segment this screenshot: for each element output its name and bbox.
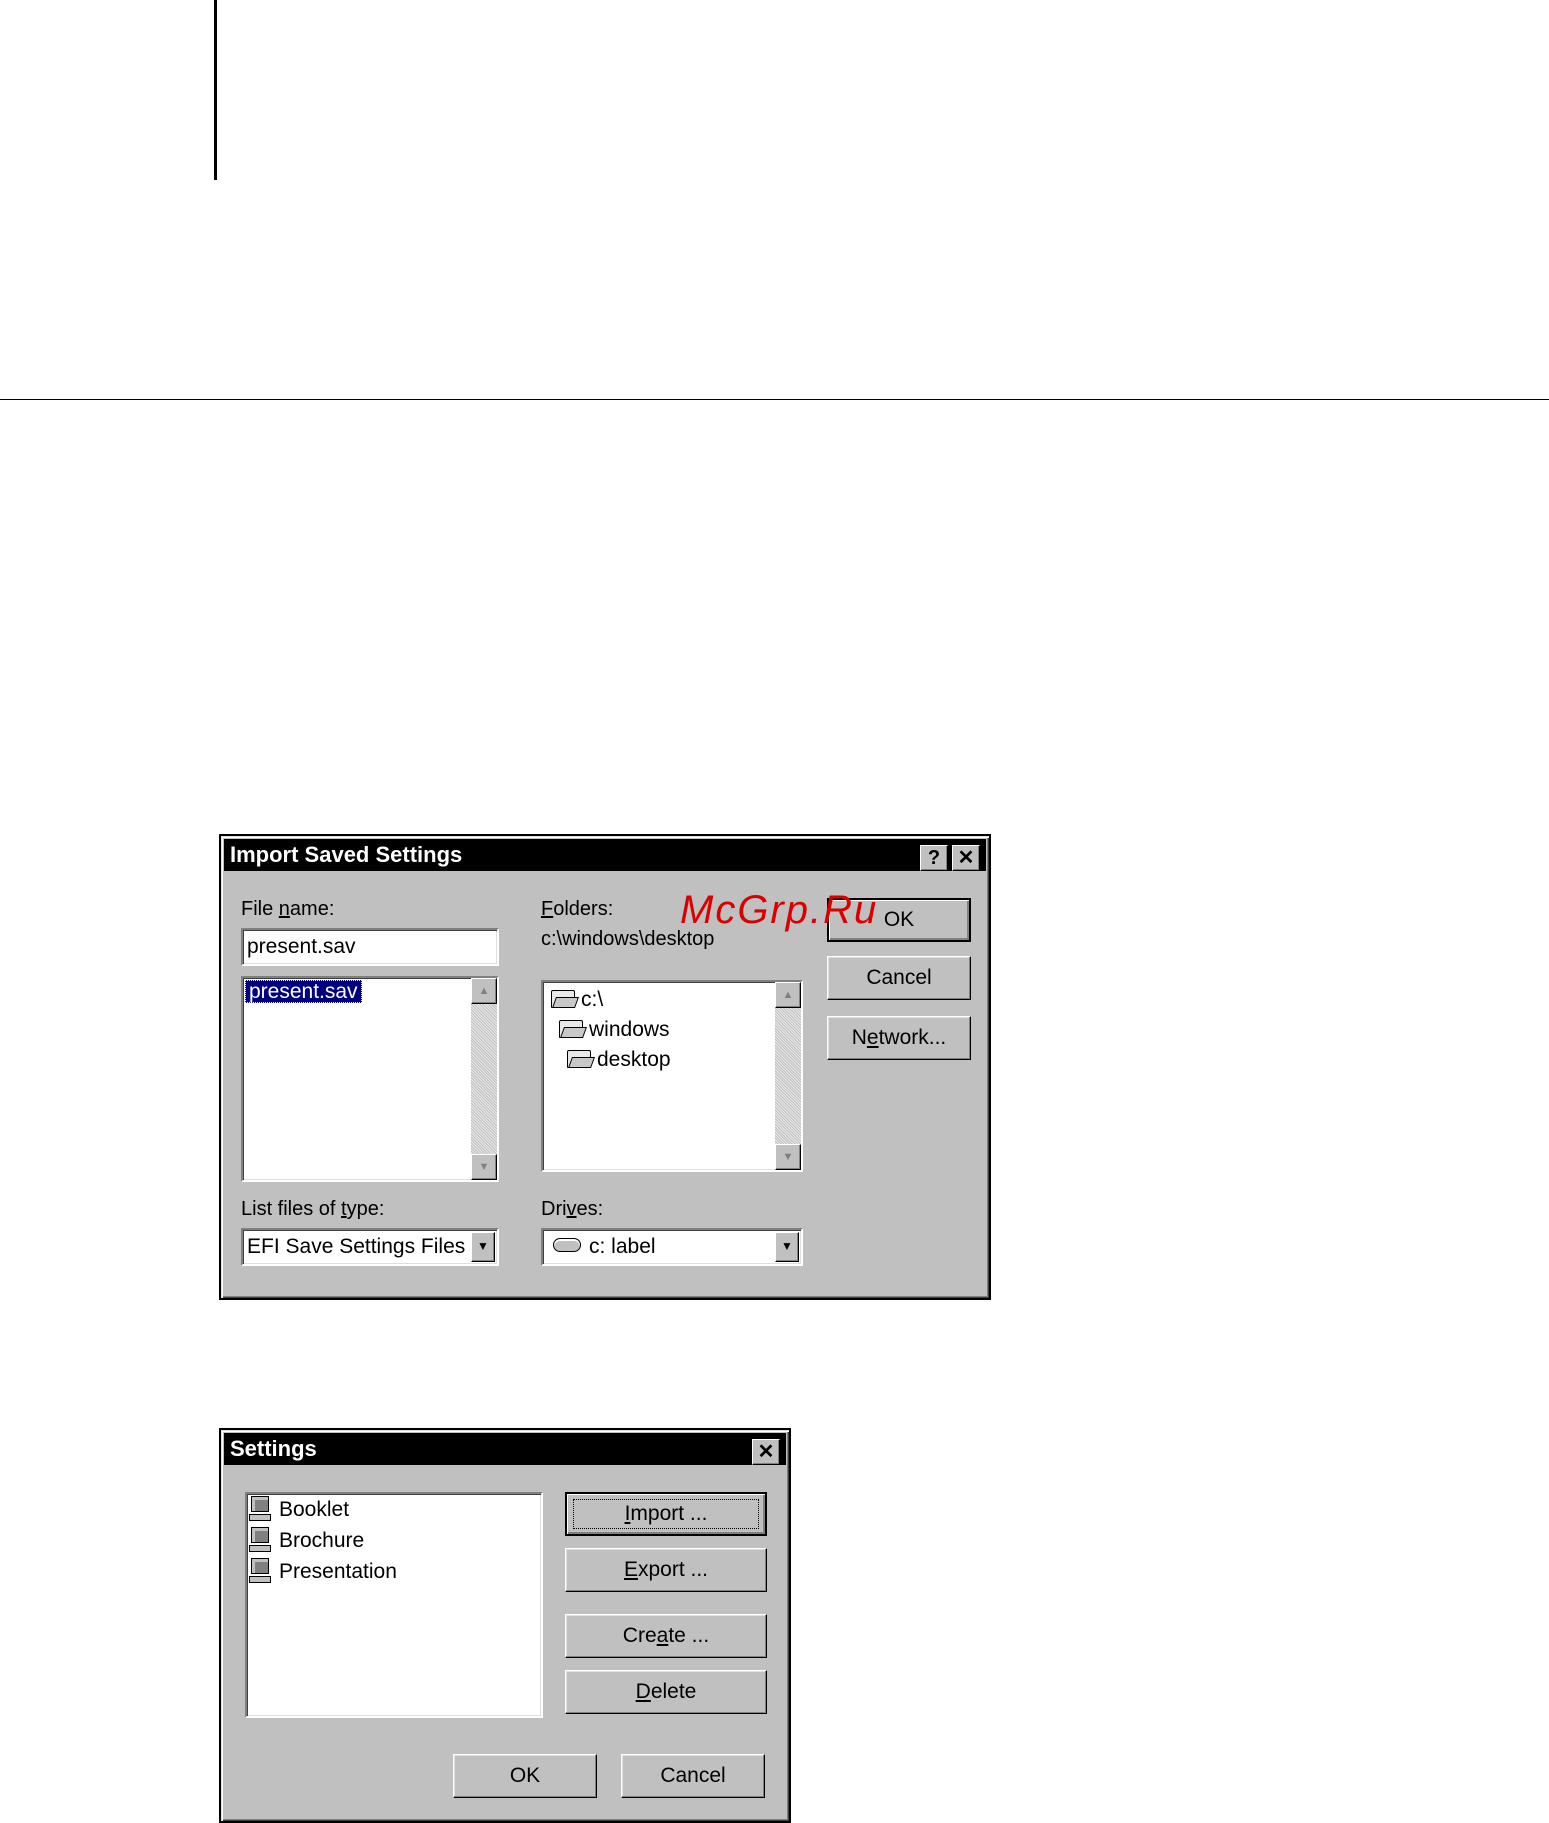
file-list-item[interactable]: present.sav xyxy=(245,980,362,1004)
computer-icon xyxy=(249,1496,271,1522)
scroll-down-arrow-icon[interactable]: ▼ xyxy=(471,1154,497,1180)
close-button[interactable]: ✕ xyxy=(952,845,980,871)
export-button[interactable]: Export ... xyxy=(565,1548,767,1592)
file-type-value: EFI Save Settings Files xyxy=(247,1235,466,1258)
folder-tree[interactable]: c:\ windows desktop ▲ ▼ xyxy=(541,980,803,1172)
scroll-up-arrow-icon[interactable]: ▲ xyxy=(471,978,497,1004)
settings-list-item[interactable]: Brochure xyxy=(249,1527,364,1553)
file-name-label: File name: xyxy=(241,898,335,920)
dialog-title: Settings xyxy=(230,1436,317,1461)
cancel-button[interactable]: Cancel xyxy=(621,1754,765,1798)
open-folder-icon xyxy=(551,990,575,1008)
list-type-label: List files of type: xyxy=(241,1198,385,1220)
dialog-titlebar: Settings ✕ xyxy=(224,1433,786,1465)
settings-dialog: Settings ✕ Booklet Brochure Presentation… xyxy=(219,1428,791,1823)
file-name-input[interactable]: present.sav xyxy=(241,928,499,966)
computer-icon xyxy=(249,1558,271,1584)
scroll-down-arrow-icon[interactable]: ▼ xyxy=(775,1144,801,1170)
settings-list-item[interactable]: Booklet xyxy=(249,1496,349,1522)
folder-item[interactable]: windows xyxy=(559,1018,670,1042)
close-button[interactable]: ✕ xyxy=(752,1439,780,1465)
drive-value: c: label xyxy=(553,1235,656,1259)
open-folder-icon xyxy=(567,1050,591,1068)
settings-list-item[interactable]: Presentation xyxy=(249,1558,397,1584)
file-name-value: present.sav xyxy=(247,935,356,958)
section-divider xyxy=(0,399,1549,400)
delete-button[interactable]: Delete xyxy=(565,1670,767,1714)
dialog-title: Import Saved Settings xyxy=(230,842,463,867)
folder-tree-scrollbar[interactable]: ▲ ▼ xyxy=(775,982,801,1170)
settings-list[interactable]: Booklet Brochure Presentation xyxy=(245,1492,543,1718)
file-list[interactable]: present.sav ▲ ▼ xyxy=(241,976,499,1182)
computer-icon xyxy=(249,1527,271,1553)
watermark: McGrp.Ru xyxy=(680,888,879,932)
dropdown-arrow-icon[interactable]: ▼ xyxy=(471,1232,495,1262)
file-type-select[interactable]: EFI Save Settings Files ▼ xyxy=(241,1228,499,1266)
cancel-button[interactable]: Cancel xyxy=(827,956,971,1000)
drive-icon xyxy=(553,1238,581,1252)
create-button[interactable]: Create ... xyxy=(565,1614,767,1658)
folder-item[interactable]: desktop xyxy=(567,1048,671,1072)
folder-item[interactable]: c:\ xyxy=(551,988,603,1012)
file-list-scrollbar[interactable]: ▲ ▼ xyxy=(471,978,497,1180)
scroll-up-arrow-icon[interactable]: ▲ xyxy=(775,982,801,1008)
ok-button[interactable]: OK xyxy=(453,1754,597,1798)
drives-label: Drives: xyxy=(541,1198,604,1220)
folders-label: Folders: xyxy=(541,898,614,920)
dialog-titlebar: Import Saved Settings ? ✕ xyxy=(224,839,986,871)
network-button[interactable]: Network... xyxy=(827,1016,971,1060)
open-folder-icon xyxy=(559,1020,583,1038)
dropdown-arrow-icon[interactable]: ▼ xyxy=(775,1232,799,1262)
help-button[interactable]: ? xyxy=(920,845,948,871)
import-button[interactable]: Import ... xyxy=(565,1492,767,1536)
margin-rule xyxy=(214,0,217,180)
focus-rectangle xyxy=(573,1499,759,1529)
drives-select[interactable]: c: label ▼ xyxy=(541,1228,803,1266)
